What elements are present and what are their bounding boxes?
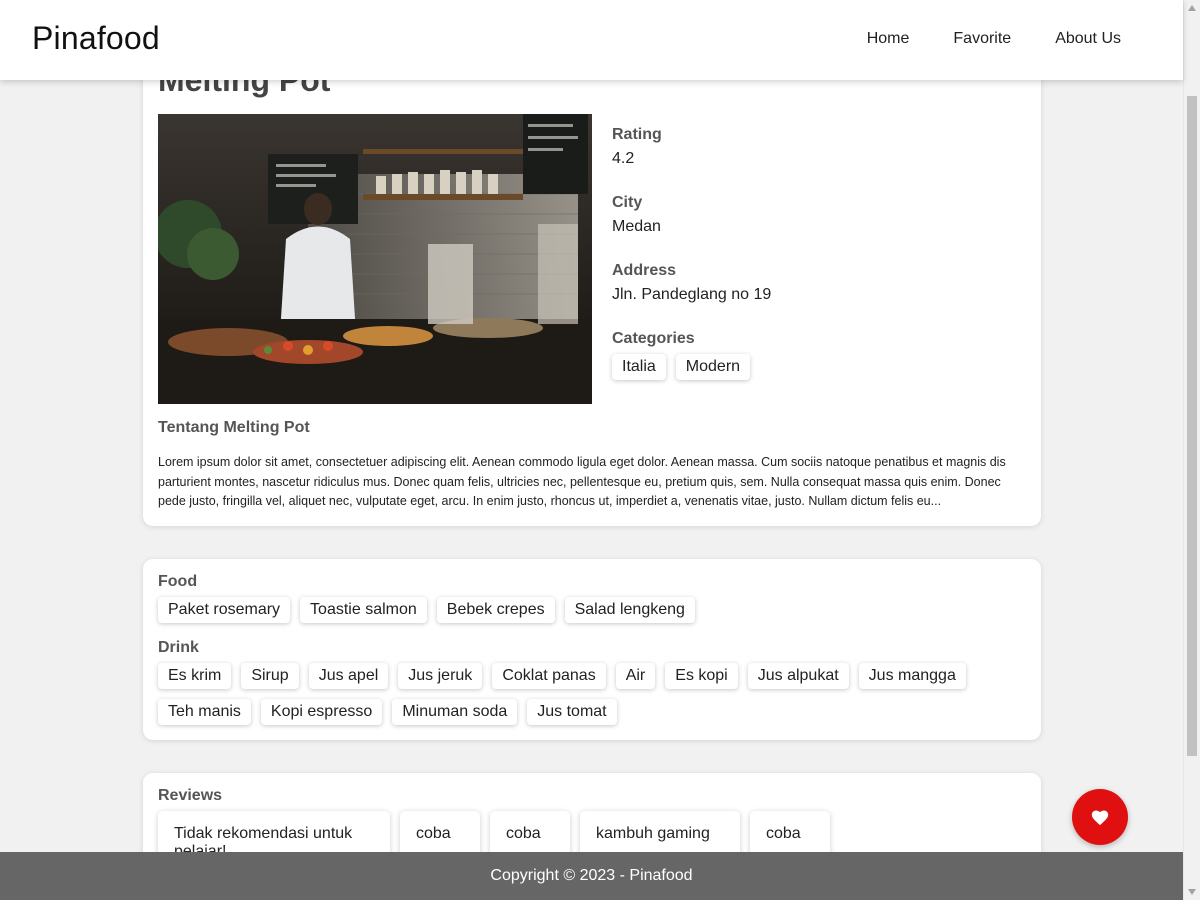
drink-chip: Minuman soda <box>392 699 518 725</box>
drink-chip: Es kopi <box>665 663 738 689</box>
drink-chip: Jus apel <box>308 663 389 689</box>
vertical-scrollbar[interactable] <box>1183 0 1200 900</box>
site-footer: Copyright © 2023 - Pinafood <box>0 852 1183 900</box>
nav-about-us[interactable]: About Us <box>1055 30 1121 48</box>
drink-chip: Jus mangga <box>858 663 966 689</box>
drink-list: Es krim Sirup Jus apel Jus jeruk Coklat … <box>158 663 1026 725</box>
food-chip: Toastie salmon <box>300 597 427 623</box>
heart-icon <box>1091 810 1109 826</box>
food-chip: Bebek crepes <box>436 597 555 623</box>
categories-list: Italia Modern <box>612 354 1022 380</box>
drink-chip: Es krim <box>158 663 232 689</box>
drink-chip: Coklat panas <box>492 663 606 689</box>
categories-label: Categories <box>612 330 695 347</box>
restaurant-image <box>158 114 592 404</box>
main-nav: Home Favorite About Us <box>867 30 1121 48</box>
drink-chip: Jus alpukat <box>747 663 849 689</box>
city-label: City <box>612 194 643 211</box>
drink-chip: Jus tomat <box>527 699 617 725</box>
food-label: Food <box>158 573 198 590</box>
scroll-down-arrow-icon[interactable] <box>1184 884 1200 900</box>
category-chip: Modern <box>675 354 751 380</box>
page-viewport: Melting Pot Rating 4.2 City Medan Addres… <box>0 0 1183 900</box>
restaurant-detail-card: Melting Pot Rating 4.2 City Medan Addres… <box>143 48 1041 526</box>
brand-logo[interactable]: Pinafood <box>32 20 160 57</box>
drink-chip: Sirup <box>241 663 299 689</box>
city-value: Medan <box>612 218 661 235</box>
about-description: Lorem ipsum dolor sit amet, consectetuer… <box>158 455 1006 508</box>
about-title: Tentang Melting Pot <box>158 419 310 436</box>
drink-label: Drink <box>158 639 199 656</box>
address-label: Address <box>612 262 677 279</box>
nav-favorite[interactable]: Favorite <box>953 30 1011 48</box>
drink-section: Drink Es krim Sirup Jus apel Jus jeruk C… <box>158 639 1026 725</box>
category-chip: Italia <box>612 354 666 380</box>
address-value: Jln. Pandeglang no 19 <box>612 286 772 303</box>
copyright-text: Copyright © 2023 - Pinafood <box>490 867 693 884</box>
drink-chip: Kopi espresso <box>260 699 383 725</box>
restaurant-info: Rating 4.2 City Medan Address Jln. Pande… <box>612 126 1022 380</box>
scrollbar-thumb[interactable] <box>1187 96 1197 756</box>
site-header: Pinafood Home Favorite About Us <box>0 0 1183 80</box>
drink-chip: Teh manis <box>158 699 251 725</box>
drink-chip: Air <box>615 663 656 689</box>
food-chip: Paket rosemary <box>158 597 291 623</box>
nav-home[interactable]: Home <box>867 30 910 48</box>
menu-card: Food Paket rosemary Toastie salmon Bebek… <box>143 559 1041 740</box>
reviews-label: Reviews <box>158 787 223 804</box>
rating-value: 4.2 <box>612 150 635 167</box>
food-list: Paket rosemary Toastie salmon Bebek crep… <box>158 597 1026 623</box>
food-section: Food Paket rosemary Toastie salmon Bebek… <box>158 573 1026 623</box>
scroll-up-arrow-icon[interactable] <box>1184 0 1200 16</box>
drink-chip: Jus jeruk <box>398 663 483 689</box>
favorite-button[interactable] <box>1072 789 1128 845</box>
rating-label: Rating <box>612 126 662 143</box>
food-chip: Salad lengkeng <box>564 597 695 623</box>
